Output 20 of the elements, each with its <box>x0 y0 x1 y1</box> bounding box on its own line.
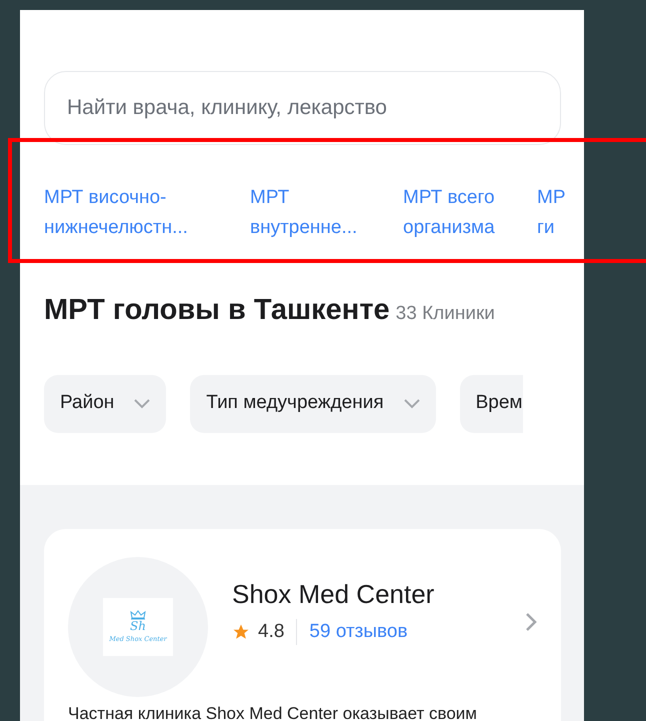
clinic-count: 33 Клиники <box>396 302 495 326</box>
logo-monogram: Sh <box>130 620 146 632</box>
star-icon <box>232 622 250 641</box>
filter-dropdown[interactable]: Тип медучреждения <box>190 374 436 432</box>
rating-value: 4.8 <box>258 620 284 644</box>
crown-icon <box>130 610 146 620</box>
related-link[interactable]: МРТ височно- нижнечелюстн... <box>44 183 250 243</box>
filter-dropdown[interactable]: Врем <box>460 374 522 432</box>
search-field[interactable]: Найти врача, клинику, лекарство <box>44 71 561 145</box>
related-link[interactable]: МРТ внутренне... <box>250 183 403 243</box>
clinic-description: Частная клиника Shox Med Center оказывает своим <box>68 702 478 721</box>
chevron-down-icon <box>134 398 150 408</box>
related-link[interactable]: МР ги <box>537 183 566 243</box>
clinic-name[interactable]: Shox Med Center <box>232 578 525 610</box>
chevron-right-icon[interactable] <box>525 612 537 632</box>
filter-dropdown[interactable]: Район <box>44 374 166 432</box>
chevron-down-icon <box>404 398 420 408</box>
related-link[interactable]: МРТ всего организма <box>403 183 537 243</box>
reviews-link[interactable]: 59 отзывов <box>309 618 408 646</box>
page-title: МРТ головы в Ташкенте <box>44 293 390 328</box>
